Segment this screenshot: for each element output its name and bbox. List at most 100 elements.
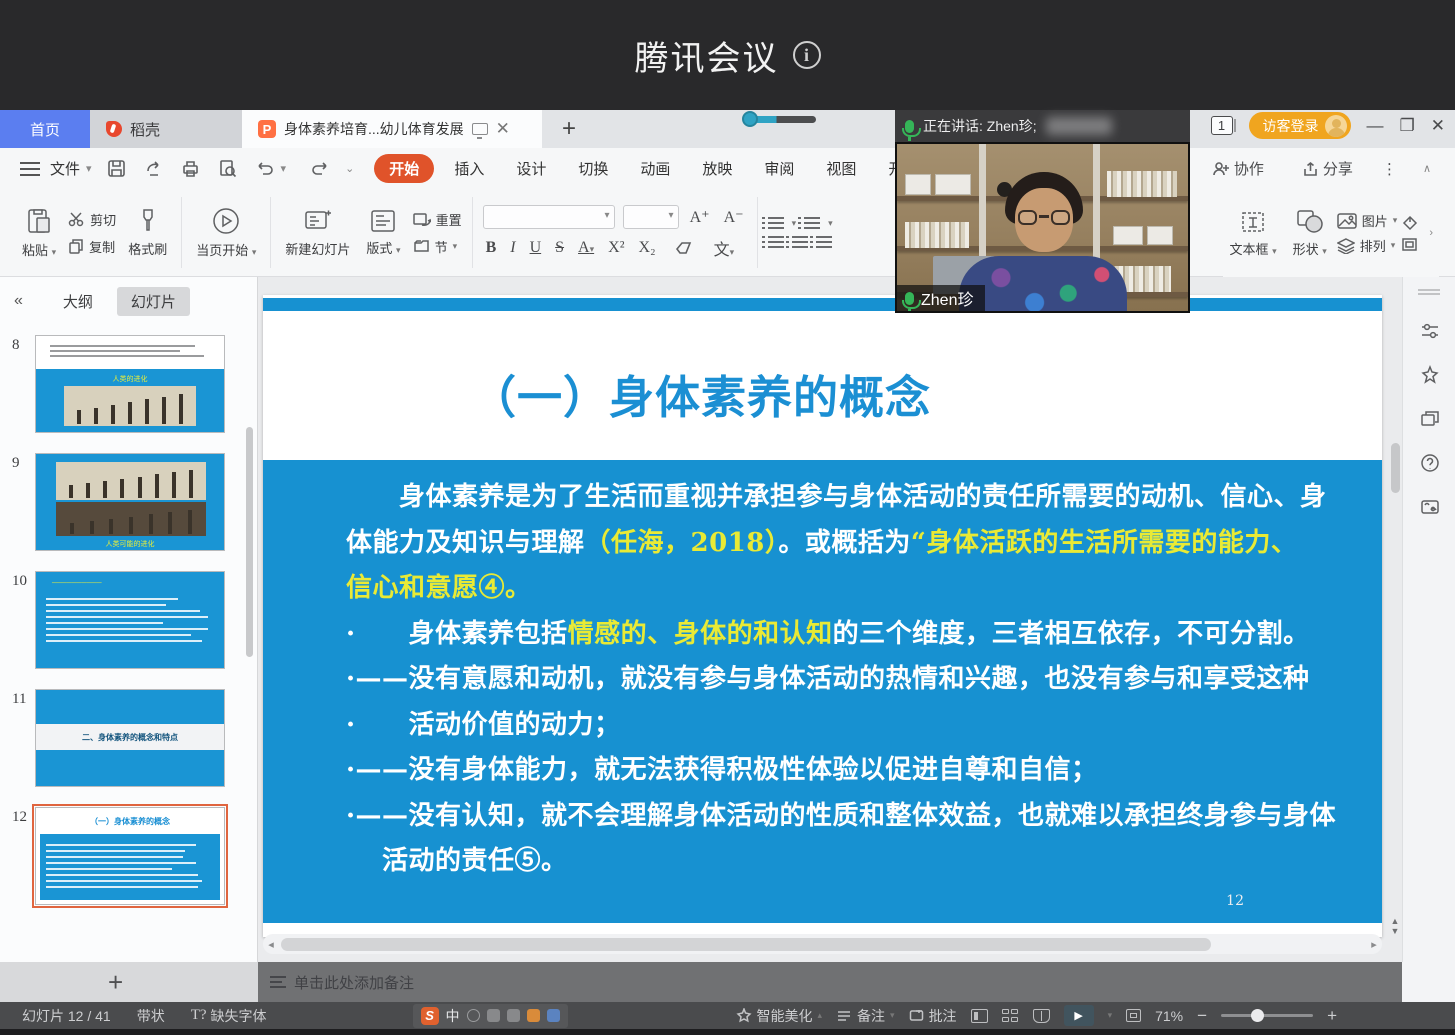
ime-mic-icon[interactable] [487,1009,500,1022]
smart-beautify-icon[interactable] [1403,353,1455,397]
fit-slide-icon[interactable] [1126,1009,1141,1022]
current-slide[interactable]: （一）身体素养的概念 身体素养是为了生活而重视并承担参与身体活动的责任所需要的动… [263,295,1382,937]
sogou-icon[interactable]: S [421,1007,439,1025]
redo-icon[interactable] [310,160,330,177]
tab-home[interactable]: 首页 [0,110,90,148]
horizontal-scrollbar[interactable]: ◂ ▸ [263,934,1382,954]
section-button[interactable]: 节 ▾ [409,236,466,257]
zoom-in-icon[interactable]: + [1327,1006,1337,1026]
subscript-button[interactable]: X₂ [636,239,659,257]
cut-button[interactable]: 剪切 [64,209,120,230]
ime-lang-label[interactable]: 中 [446,1006,460,1026]
restore-button[interactable]: ❐ [1400,116,1415,136]
tab-close-icon[interactable]: ✕ [496,119,510,139]
shapes-button[interactable]: 形状 ▾ [1287,204,1333,262]
ribbon-tab[interactable]: 视图 [814,154,868,183]
paste-button[interactable]: 粘贴 ▾ [14,189,64,276]
ribbon-tab[interactable]: 放映 [690,154,744,183]
doc-count-badge[interactable]: 1 [1211,116,1233,135]
slider-knob[interactable] [742,111,758,127]
participant-video[interactable]: Zhen珍 [895,142,1190,313]
close-button[interactable]: ✕ [1431,116,1445,136]
more-vertical-icon[interactable]: ⋮ [1382,160,1397,178]
reading-view-icon[interactable] [1033,1009,1050,1023]
slide-thumbnail-10[interactable]: ────────── [35,571,225,669]
slideshow-chevron-icon[interactable]: ▾ [1108,1010,1113,1021]
export-icon[interactable] [144,159,163,178]
copy-button[interactable]: 复制 [64,236,120,257]
help-icon[interactable] [1403,441,1455,485]
tab-outline[interactable]: 大纲 [49,287,107,316]
webcam-overlay[interactable]: 正在讲话: Zhen珍; Zhen珍 [895,110,1190,313]
arrange-button[interactable]: 排列 ▾ [1337,236,1398,255]
ribbon-tab[interactable]: 插入 [442,154,496,183]
notes-button[interactable]: 备注 ▾ [836,1006,895,1026]
font-color-button[interactable]: A▾ [575,239,597,257]
slide-thumbnail-8[interactable]: 人类的进化 [35,335,225,433]
sidebar-handle[interactable] [1418,289,1440,295]
collapse-ribbon-icon[interactable]: ∧ [1423,162,1431,175]
ribbon-tab[interactable]: 设计 [504,154,558,183]
missing-font-label[interactable]: 缺失字体 [211,1006,267,1026]
tab-docer[interactable]: 稻壳 [90,110,242,148]
file-menu[interactable]: 文件 [50,158,80,179]
align-center-icon[interactable] [792,236,808,248]
new-slide-button[interactable]: 新建幻灯片 [277,189,358,276]
clear-format-icon[interactable] [676,241,694,255]
minimize-button[interactable]: — [1367,116,1384,136]
bold-button[interactable]: B [483,239,500,257]
page-up-down-buttons[interactable]: ▲▼ [1388,916,1402,936]
meeting-volume-slider[interactable] [742,113,816,125]
duplicate-window-icon[interactable] [1403,397,1455,441]
layout-button[interactable]: 版式 ▾ [358,189,408,276]
zoom-out-icon[interactable]: − [1197,1006,1207,1026]
print-icon[interactable] [181,159,200,178]
zoom-slider[interactable] [1221,1014,1313,1017]
align-left-icon[interactable] [768,236,784,248]
info-icon[interactable]: i [793,41,821,69]
collaborate-button[interactable]: 协作 [1212,158,1264,179]
properties-icon[interactable] [1403,309,1455,353]
vertical-scrollbar[interactable] [1391,443,1400,493]
play-from-current-button[interactable]: 当页开始 ▾ [188,189,264,276]
format-painter-button[interactable]: 格式刷 [120,189,175,276]
ribbon-tab[interactable]: 切换 [566,154,620,183]
tab-document[interactable]: P 身体素养培育...幼儿体育发展 ✕ [242,110,542,148]
ribbon-tab[interactable]: 审阅 [752,154,806,183]
ime-skin-icon[interactable] [527,1009,540,1022]
slide-sorter-icon[interactable] [1002,1009,1019,1023]
font-size-select[interactable] [623,205,679,229]
italic-button[interactable]: I [507,239,518,257]
notes-bar[interactable]: 单击此处添加备注 [258,962,1402,1002]
ime-keyboard-icon[interactable] [507,1009,520,1022]
add-slide-button[interactable]: + [108,967,123,998]
underline-button[interactable]: U [527,239,545,257]
slide-thumbnail-9[interactable]: 人类可能的进化 [35,453,225,551]
guest-login-button[interactable]: 访客登录 [1249,112,1351,139]
scroll-right-icon[interactable]: ▸ [1366,938,1382,951]
file-chevron-icon[interactable]: ▾ [86,162,92,175]
ime-emoji-icon[interactable] [467,1009,480,1022]
ime-bar[interactable]: S 中 [413,1004,568,1028]
zoom-slider-knob[interactable] [1251,1009,1264,1022]
toolbar-more-icon[interactable]: ⌄ [345,162,354,175]
panel-scrollbar[interactable] [246,427,253,657]
bullet-list-icon[interactable] [768,217,784,229]
hscroll-thumb[interactable] [281,938,1211,951]
font-name-select[interactable] [483,205,615,229]
frame-icon[interactable] [1401,237,1419,252]
align-right-icon[interactable] [816,236,832,248]
superscript-button[interactable]: X² [605,239,627,257]
picture-button[interactable]: 图片 ▾ [1337,211,1398,230]
numbered-list-icon[interactable] [804,217,820,229]
font-increase-icon[interactable]: A⁺ [687,207,713,227]
expand-tools-icon[interactable]: › [1429,227,1433,239]
share-button[interactable]: 分享 [1302,158,1353,179]
ribbon-tab[interactable]: 动画 [628,154,682,183]
slide-thumbnail-11[interactable]: 二、身体素养的概念和特点 [35,689,225,787]
tab-slides[interactable]: 幻灯片 [117,287,190,316]
view-mode-label[interactable]: 带状 [137,1006,165,1026]
new-tab-button[interactable]: + [562,115,576,143]
text-box-button[interactable]: 文本框 ▾ [1223,205,1282,262]
save-icon[interactable] [107,159,126,178]
